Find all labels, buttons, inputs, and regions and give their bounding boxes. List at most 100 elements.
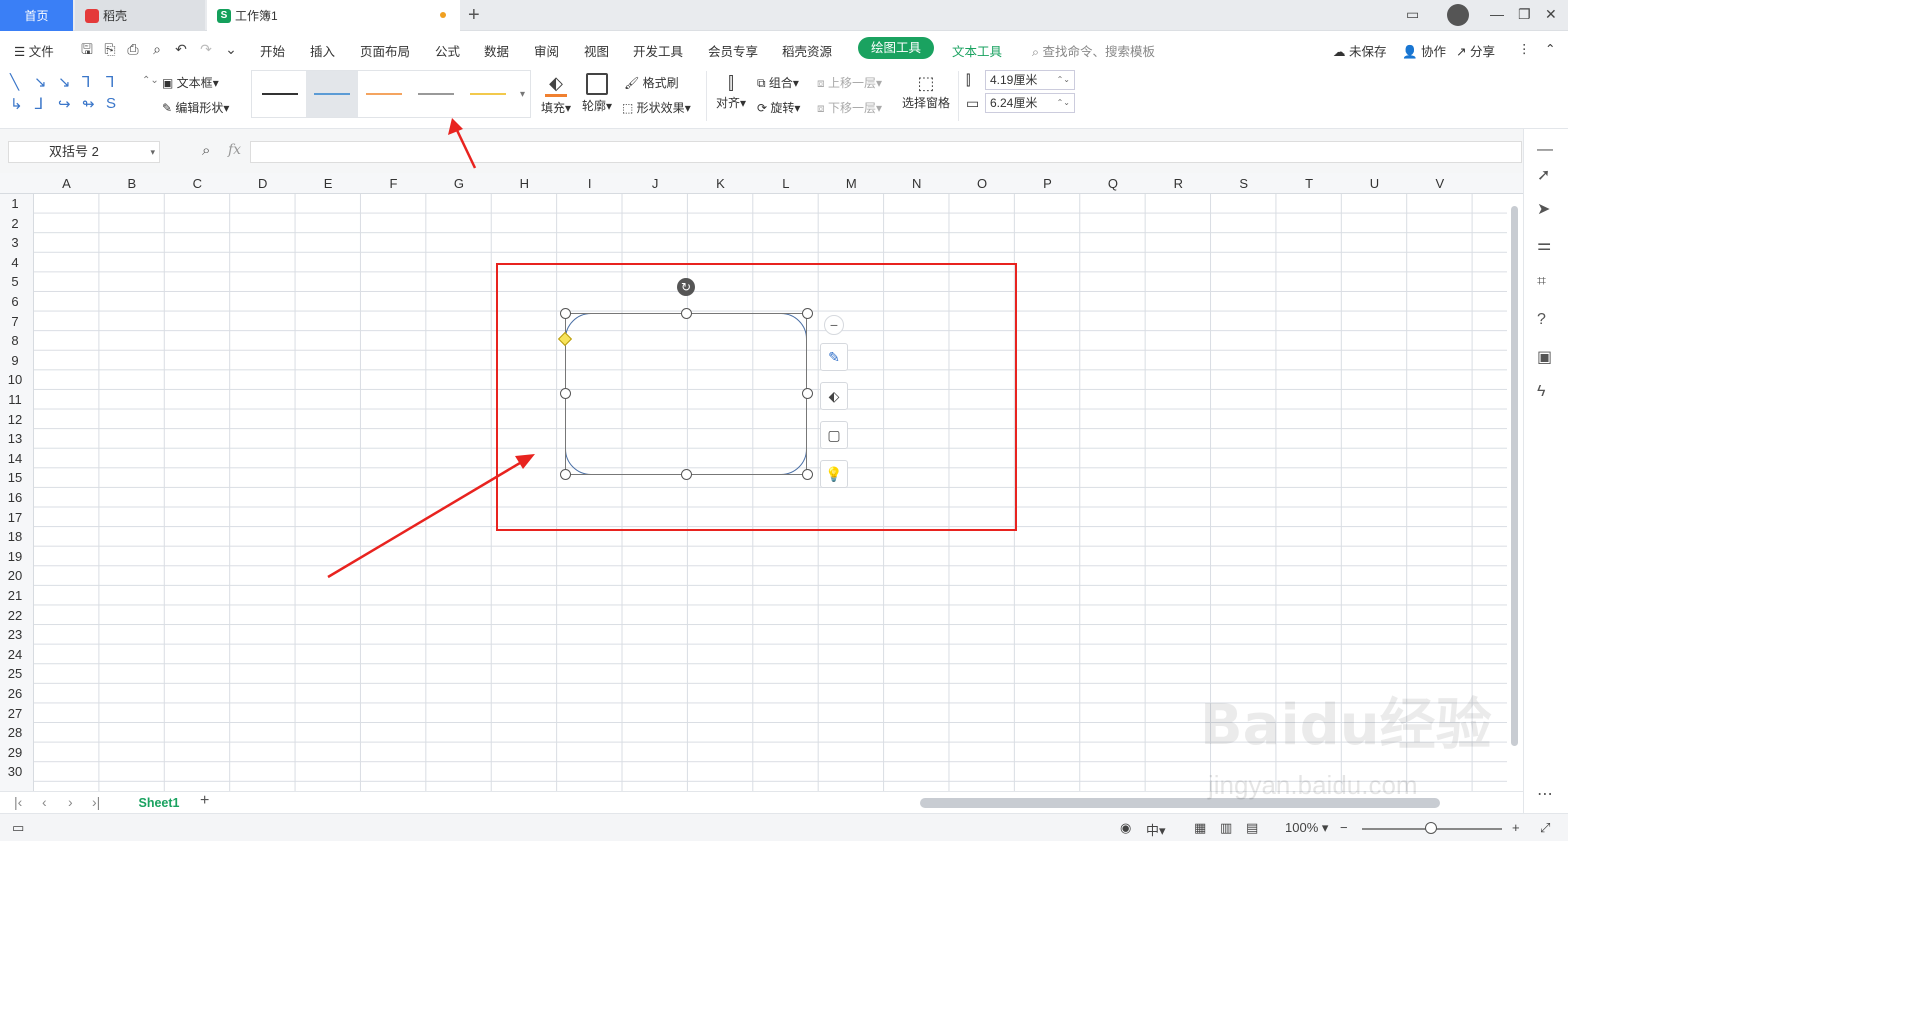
redo-icon[interactable]: ↷ — [197, 40, 215, 58]
format-painter-button[interactable]: 🖌 格式刷 — [624, 74, 679, 91]
double-arrow-shape-icon[interactable]: ↘ — [58, 73, 71, 91]
column-header[interactable]: K — [688, 176, 753, 191]
row-header[interactable]: 19 — [0, 549, 30, 564]
column-header[interactable]: O — [950, 176, 1015, 191]
new-tab-button[interactable]: + — [468, 4, 480, 27]
row-header[interactable]: 5 — [0, 274, 30, 289]
resize-handle[interactable] — [560, 469, 571, 480]
column-header[interactable]: R — [1146, 176, 1211, 191]
row-header[interactable]: 14 — [0, 451, 30, 466]
column-header[interactable]: A — [34, 176, 99, 191]
row-header[interactable]: 17 — [0, 510, 30, 525]
brush-icon[interactable]: ✎ — [820, 343, 848, 371]
row-header[interactable]: 24 — [0, 647, 30, 662]
line-style-3[interactable] — [358, 71, 410, 117]
collab-button[interactable]: 👤 协作 — [1402, 41, 1446, 60]
row-header[interactable]: 25 — [0, 666, 30, 681]
column-header[interactable]: T — [1277, 176, 1342, 191]
rotate-button[interactable]: ⟳ 旋转▾ — [757, 99, 800, 116]
column-header[interactable]: F — [361, 176, 426, 191]
input-method-icon[interactable]: 中▾ — [1146, 820, 1166, 839]
line-style-2[interactable] — [306, 71, 358, 117]
outline-tool-icon[interactable]: ▢ — [820, 421, 848, 449]
page-layout-view-icon[interactable]: ▥ — [1220, 820, 1232, 836]
tab-text-tools[interactable]: 文本工具 — [952, 41, 1002, 60]
selection-pane-button[interactable]: ⬚ 选择窗格 — [900, 73, 952, 111]
textbox-button[interactable]: ▣ 文本框▾ — [162, 74, 219, 91]
print-icon[interactable]: ⎙ — [124, 40, 142, 58]
menu-review[interactable]: 审阅 — [534, 41, 559, 60]
row-header[interactable]: 23 — [0, 627, 30, 642]
column-header[interactable]: P — [1015, 176, 1080, 191]
macro-record-icon[interactable]: ▭ — [12, 820, 24, 836]
row-header[interactable]: 3 — [0, 235, 30, 250]
line-style-4[interactable] — [410, 71, 462, 117]
bring-forward-button[interactable]: ⧈ 上移一层▾ — [817, 74, 882, 91]
line-style-1[interactable] — [254, 71, 306, 117]
lightbulb-icon[interactable]: 💡 — [820, 460, 848, 488]
row-header[interactable]: 2 — [0, 216, 30, 231]
zoom-in-button[interactable]: + — [1512, 820, 1520, 835]
row-header[interactable]: 1 — [0, 196, 30, 211]
row-header[interactable]: 9 — [0, 353, 30, 368]
normal-view-icon[interactable]: ▦ — [1194, 820, 1206, 836]
resize-handle[interactable] — [560, 308, 571, 319]
lightning-icon[interactable]: ϟ — [1537, 383, 1545, 401]
rotate-handle-icon[interactable]: ↻ — [677, 278, 695, 296]
shape-height-input[interactable]: 4.19厘米 ⌃⌄ — [985, 70, 1075, 90]
row-header[interactable]: 18 — [0, 529, 30, 544]
collapse-toolbar-icon[interactable]: − — [824, 315, 844, 335]
prev-sheet-icon[interactable]: ‹ — [42, 794, 47, 810]
resize-handle[interactable] — [681, 469, 692, 480]
fullscreen-icon[interactable]: ⤢ — [1540, 820, 1550, 836]
line-style-gallery[interactable]: ▾ — [251, 70, 531, 118]
menu-developer[interactable]: 开发工具 — [633, 41, 683, 60]
line-shapes-gallery[interactable]: ╲ ↘ ↘ ⅂ ⅂ ↳ ᒧ ↪ ↬ S ⌃⌄ — [8, 71, 159, 119]
fill-tool-icon[interactable]: ⬖ — [820, 382, 848, 410]
minimize-ribbon-icon[interactable]: — — [1537, 141, 1553, 159]
column-header[interactable]: U — [1342, 176, 1407, 191]
last-sheet-icon[interactable]: ›| — [92, 794, 100, 810]
row-header[interactable]: 22 — [0, 608, 30, 623]
command-search[interactable]: ⌕ 查找命令、搜索模板 — [1032, 41, 1155, 60]
image-tools-icon[interactable]: ▣ — [1537, 347, 1552, 367]
resize-handle[interactable] — [802, 308, 813, 319]
menu-daoke-resources[interactable]: 稻壳资源 — [782, 41, 832, 60]
tab-workbook[interactable]: S 工作簿1 — [207, 0, 460, 31]
tab-home[interactable]: 首页 — [0, 0, 73, 31]
row-header[interactable]: 13 — [0, 431, 30, 446]
height-spinner-icon[interactable]: ⌃⌄ — [1057, 71, 1070, 89]
help-icon[interactable]: ? — [1537, 311, 1546, 329]
row-header[interactable]: 4 — [0, 255, 30, 270]
vertical-scroll-thumb[interactable] — [1511, 206, 1518, 746]
column-header[interactable]: G — [426, 176, 491, 191]
add-sheet-button[interactable]: + — [200, 792, 209, 810]
menu-formulas[interactable]: 公式 — [435, 41, 460, 60]
elbow-connector-icon[interactable]: ⅂ — [82, 73, 90, 91]
send-backward-button[interactable]: ⧈ 下移一层▾ — [817, 99, 882, 116]
undo-icon[interactable]: ↶ — [172, 40, 190, 58]
column-header[interactable]: C — [165, 176, 230, 191]
save-icon[interactable]: 🖫 — [78, 40, 96, 58]
restore-icon[interactable]: ❐ — [1518, 6, 1531, 23]
style-gallery-more-icon[interactable]: ▾ — [520, 89, 525, 100]
window-layout-icon[interactable]: ▭ — [1406, 6, 1419, 23]
page-break-view-icon[interactable]: ▤ — [1246, 820, 1258, 836]
tab-daoke[interactable]: 稻壳 — [75, 0, 205, 31]
collapse-ribbon-icon[interactable]: ⌃ — [1545, 41, 1555, 56]
arrow-shape-icon[interactable]: ↘ — [34, 73, 47, 91]
zoom-formula-icon[interactable]: ⌕ — [202, 142, 210, 159]
column-header[interactable]: N — [884, 176, 949, 191]
tab-drawing-tools[interactable]: 绘图工具 — [858, 37, 934, 59]
share-button[interactable]: ↗ 分享 — [1456, 41, 1495, 60]
minimize-icon[interactable]: — — [1490, 6, 1504, 22]
column-header[interactable]: D — [230, 176, 295, 191]
export-pdf-icon[interactable]: ⎘ — [101, 40, 119, 58]
eye-protection-icon[interactable]: ◉ — [1120, 820, 1131, 836]
row-header[interactable]: 21 — [0, 588, 30, 603]
column-header[interactable]: E — [296, 176, 361, 191]
column-header[interactable]: H — [492, 176, 557, 191]
zoom-level[interactable]: 100% ▾ — [1285, 820, 1328, 836]
column-header[interactable]: B — [99, 176, 164, 191]
row-header[interactable]: 8 — [0, 333, 30, 348]
